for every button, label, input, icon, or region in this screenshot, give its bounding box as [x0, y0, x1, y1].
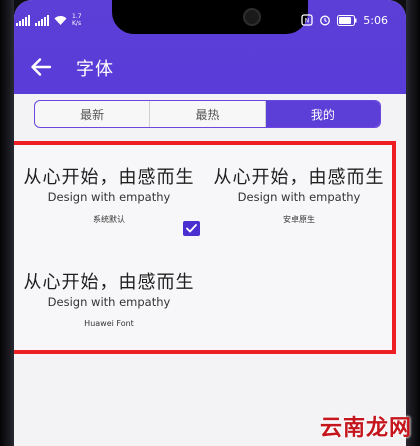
tab-latest[interactable]: 最新 — [35, 101, 151, 127]
phone-screen: 1.7 K/s N 5:06 字体 最新 最热 我的 从心开始，由感而生 Des… — [14, 0, 406, 446]
network-speed: 1.7 K/s — [72, 13, 82, 27]
svg-text:N: N — [305, 18, 310, 25]
font-name: 安卓原生 — [283, 215, 315, 224]
network-speed-value: 1.7 — [72, 13, 82, 20]
battery-icon — [337, 14, 357, 26]
font-card-android-native[interactable]: 从心开始，由感而生 Design with empathy 安卓原生 — [208, 163, 390, 225]
status-bar-right: N 5:06 — [301, 12, 388, 28]
tab-popular[interactable]: 最热 — [150, 101, 266, 127]
signal-icon-2 — [35, 14, 49, 26]
network-speed-unit: K/s — [72, 20, 82, 27]
font-category-tabs: 最新 最热 我的 — [34, 100, 381, 128]
watermark-text: 云南龙网 — [319, 416, 412, 441]
arrow-left-icon — [31, 58, 52, 76]
phone-bezel-left — [0, 0, 14, 446]
front-camera — [243, 8, 261, 26]
font-sample-subtitle: Design with empathy — [47, 295, 171, 309]
font-sample-text: 从心开始，由感而生 — [213, 167, 385, 188]
alarm-icon — [320, 15, 331, 26]
status-time: 5:06 — [363, 13, 388, 27]
app-bar: 1.7 K/s N 5:06 字体 — [14, 0, 406, 94]
status-bar-left: 1.7 K/s — [16, 12, 82, 28]
font-card-system-default[interactable]: 从心开始，由感而生 Design with empathy 系统默认 — [18, 163, 200, 225]
font-sample-text: 从心开始，由感而生 — [23, 167, 195, 188]
signal-icon — [16, 14, 30, 26]
tab-mine[interactable]: 我的 — [265, 101, 380, 127]
nfc-icon: N — [301, 14, 313, 26]
page-title: 字体 — [76, 59, 114, 80]
highlight-box: 从心开始，由感而生 Design with empathy 系统默认 从心开始，… — [14, 141, 396, 354]
font-name: Huawei Font — [84, 319, 134, 328]
checkmark-icon — [186, 224, 197, 233]
selected-checkbox[interactable] — [183, 221, 200, 236]
font-sample-text: 从心开始，由感而生 — [23, 272, 195, 293]
wifi-icon — [54, 15, 67, 25]
font-sample-subtitle: Design with empathy — [47, 190, 171, 204]
display-notch — [112, 0, 308, 34]
font-sample-subtitle: Design with empathy — [237, 190, 361, 204]
phone-bezel-right — [406, 0, 420, 446]
font-name: 系统默认 — [93, 215, 125, 224]
back-button[interactable] — [28, 54, 54, 80]
font-card-huawei-font[interactable]: 从心开始，由感而生 Design with empathy Huawei Fon… — [18, 268, 200, 328]
